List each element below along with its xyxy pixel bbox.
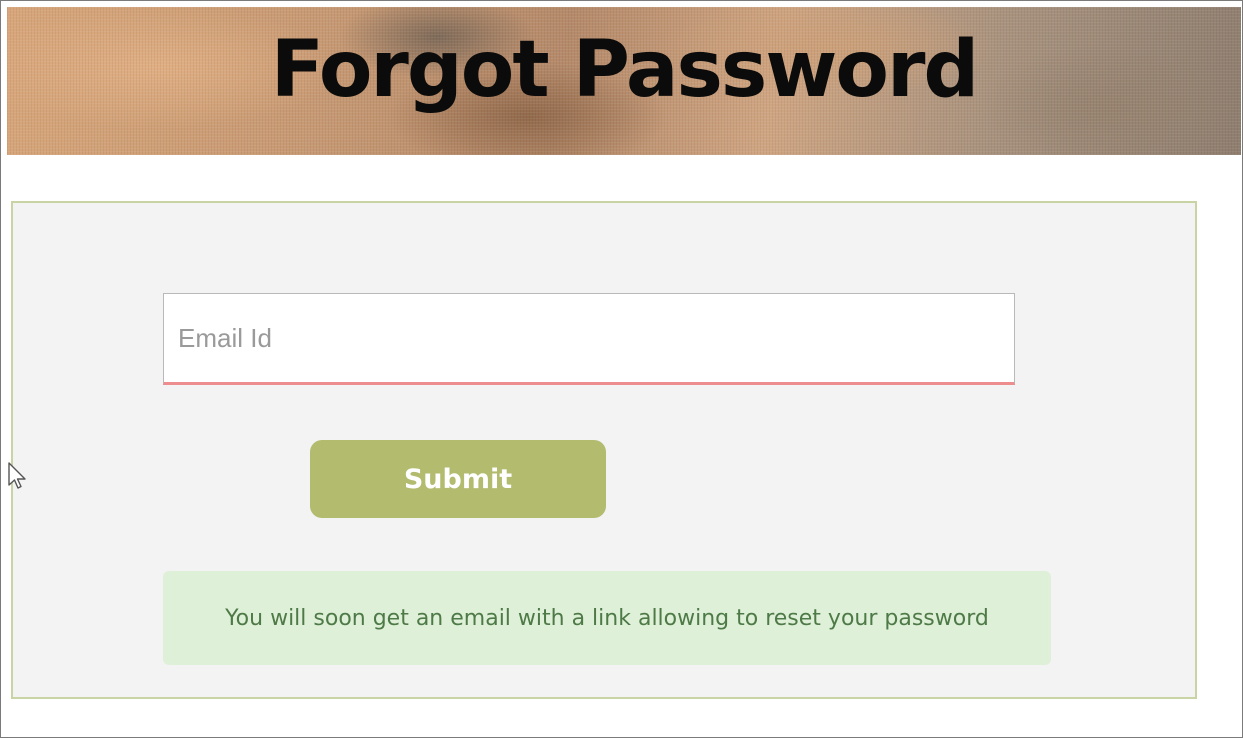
- email-input[interactable]: [163, 293, 1015, 385]
- success-alert: You will soon get an email with a link a…: [163, 571, 1051, 665]
- header-banner: Forgot Password: [7, 7, 1241, 155]
- submit-button[interactable]: Submit: [310, 440, 606, 518]
- page-title: Forgot Password: [270, 25, 980, 115]
- mouse-pointer-icon: [8, 462, 26, 489]
- success-message: You will soon get an email with a link a…: [225, 605, 989, 631]
- forgot-password-form: Submit You will soon get an email with a…: [11, 201, 1197, 699]
- browser-frame: Forgot Password Submit You will soon get…: [0, 0, 1243, 738]
